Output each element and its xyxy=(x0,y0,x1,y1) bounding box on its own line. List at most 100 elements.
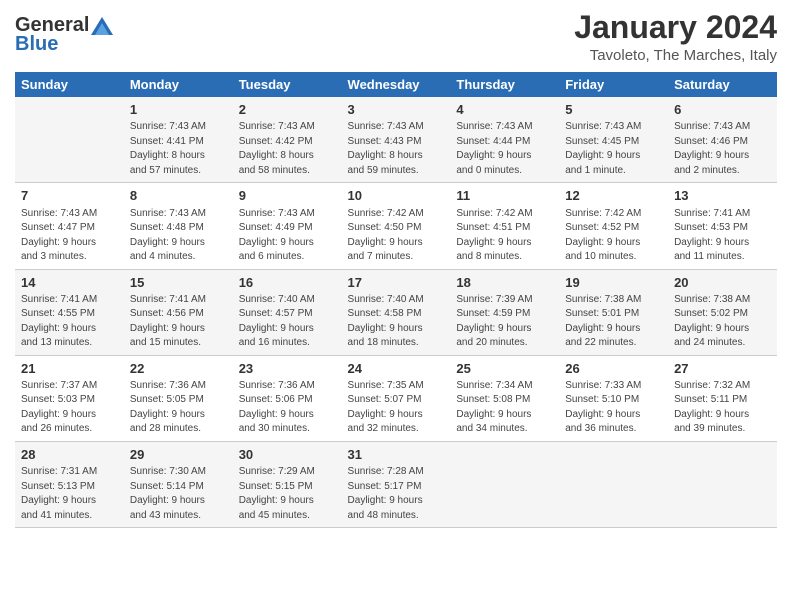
calendar-cell: 20Sunrise: 7:38 AMSunset: 5:02 PMDayligh… xyxy=(668,269,777,355)
day-info: Sunrise: 7:41 AMSunset: 4:56 PMDaylight:… xyxy=(130,293,227,351)
day-info: Sunrise: 7:43 AMSunset: 4:43 PMDaylight:… xyxy=(348,120,445,178)
day-number: 1 xyxy=(130,101,227,119)
day-info: Sunrise: 7:37 AMSunset: 5:03 PMDaylight:… xyxy=(21,379,118,437)
calendar-cell: 31Sunrise: 7:28 AMSunset: 5:17 PMDayligh… xyxy=(342,441,451,527)
day-info: Sunrise: 7:43 AMSunset: 4:42 PMDaylight:… xyxy=(239,120,336,178)
calendar-week-4: 21Sunrise: 7:37 AMSunset: 5:03 PMDayligh… xyxy=(15,355,777,441)
day-info: Sunrise: 7:36 AMSunset: 5:06 PMDaylight:… xyxy=(239,379,336,437)
day-info: Sunrise: 7:31 AMSunset: 5:13 PMDaylight:… xyxy=(21,465,118,523)
calendar-cell: 30Sunrise: 7:29 AMSunset: 5:15 PMDayligh… xyxy=(233,441,342,527)
calendar-cell: 9Sunrise: 7:43 AMSunset: 4:49 PMDaylight… xyxy=(233,183,342,269)
calendar-cell: 19Sunrise: 7:38 AMSunset: 5:01 PMDayligh… xyxy=(559,269,668,355)
calendar-cell: 29Sunrise: 7:30 AMSunset: 5:14 PMDayligh… xyxy=(124,441,233,527)
day-number: 11 xyxy=(456,187,553,205)
title-block: January 2024 Tavoleto, The Marches, Ital… xyxy=(574,10,777,64)
calendar-week-2: 7 Sunrise: 7:43 AMSunset: 4:47 PMDaylight… xyxy=(15,183,777,269)
day-number: 8 xyxy=(130,187,227,205)
day-number: 29 xyxy=(130,446,227,464)
day-number: 16 xyxy=(239,274,336,292)
month-title: January 2024 xyxy=(574,10,777,45)
day-info: Sunrise: 7:32 AMSunset: 5:11 PMDaylight:… xyxy=(674,379,771,437)
day-number: 2 xyxy=(239,101,336,119)
col-wednesday: Wednesday xyxy=(342,72,451,97)
day-number: 30 xyxy=(239,446,336,464)
day-info: Sunrise: 7:41 AMSunset: 4:53 PMDaylight:… xyxy=(674,207,771,265)
calendar-cell: 25Sunrise: 7:34 AMSunset: 5:08 PMDayligh… xyxy=(450,355,559,441)
day-number: 18 xyxy=(456,274,553,292)
calendar-table: Sunday Monday Tuesday Wednesday Thursday… xyxy=(15,72,777,528)
calendar-cell: 14Sunrise: 7:41 AMSunset: 4:55 PMDayligh… xyxy=(15,269,124,355)
day-number: 24 xyxy=(348,360,445,378)
calendar-cell xyxy=(450,441,559,527)
calendar-cell: 11 Sunrise: 7:42 AMSunset: 4:51 PMDayligh… xyxy=(450,183,559,269)
logo-blue: Blue xyxy=(15,33,58,56)
calendar-cell: 10Sunrise: 7:42 AMSunset: 4:50 PMDayligh… xyxy=(342,183,451,269)
day-number: 13 xyxy=(674,187,771,205)
calendar-cell: 22Sunrise: 7:36 AMSunset: 5:05 PMDayligh… xyxy=(124,355,233,441)
day-number: 6 xyxy=(674,101,771,119)
day-number: 14 xyxy=(21,274,118,292)
day-number: 3 xyxy=(348,101,445,119)
calendar-cell: 1Sunrise: 7:43 AMSunset: 4:41 PMDaylight… xyxy=(124,97,233,183)
calendar-week-5: 28Sunrise: 7:31 AMSunset: 5:13 PMDayligh… xyxy=(15,441,777,527)
day-number: 25 xyxy=(456,360,553,378)
calendar-cell: 8 Sunrise: 7:43 AMSunset: 4:48 PMDaylight… xyxy=(124,183,233,269)
col-sunday: Sunday xyxy=(15,72,124,97)
col-friday: Friday xyxy=(559,72,668,97)
calendar-week-3: 14Sunrise: 7:41 AMSunset: 4:55 PMDayligh… xyxy=(15,269,777,355)
calendar-cell: 18Sunrise: 7:39 AMSunset: 4:59 PMDayligh… xyxy=(450,269,559,355)
day-info: Sunrise: 7:43 AMSunset: 4:41 PMDaylight:… xyxy=(130,120,227,178)
day-info: Sunrise: 7:39 AMSunset: 4:59 PMDaylight:… xyxy=(456,293,553,351)
day-number: 21 xyxy=(21,360,118,378)
day-info: Sunrise: 7:38 AMSunset: 5:01 PMDaylight:… xyxy=(565,293,662,351)
logo-icon xyxy=(91,17,113,35)
day-number: 5 xyxy=(565,101,662,119)
calendar-cell: 3Sunrise: 7:43 AMSunset: 4:43 PMDaylight… xyxy=(342,97,451,183)
calendar-cell: 28Sunrise: 7:31 AMSunset: 5:13 PMDayligh… xyxy=(15,441,124,527)
location-subtitle: Tavoleto, The Marches, Italy xyxy=(574,47,777,64)
calendar-cell: 26Sunrise: 7:33 AMSunset: 5:10 PMDayligh… xyxy=(559,355,668,441)
day-number: 22 xyxy=(130,360,227,378)
calendar-cell xyxy=(559,441,668,527)
day-info: Sunrise: 7:43 AMSunset: 4:48 PMDaylight:… xyxy=(130,207,227,265)
day-info: Sunrise: 7:42 AMSunset: 4:50 PMDaylight:… xyxy=(348,207,445,265)
day-info: Sunrise: 7:36 AMSunset: 5:05 PMDaylight:… xyxy=(130,379,227,437)
day-info: Sunrise: 7:34 AMSunset: 5:08 PMDaylight:… xyxy=(456,379,553,437)
day-info: Sunrise: 7:42 AMSunset: 4:51 PMDaylight:… xyxy=(456,207,553,265)
calendar-header-row: Sunday Monday Tuesday Wednesday Thursday… xyxy=(15,72,777,97)
calendar-cell: 4Sunrise: 7:43 AMSunset: 4:44 PMDaylight… xyxy=(450,97,559,183)
logo: General Blue xyxy=(15,14,113,56)
col-monday: Monday xyxy=(124,72,233,97)
day-info: Sunrise: 7:41 AMSunset: 4:55 PMDaylight:… xyxy=(21,293,118,351)
day-number: 31 xyxy=(348,446,445,464)
day-info: Sunrise: 7:43 AMSunset: 4:47 PMDaylight:… xyxy=(21,207,118,265)
day-number: 26 xyxy=(565,360,662,378)
col-tuesday: Tuesday xyxy=(233,72,342,97)
day-number: 20 xyxy=(674,274,771,292)
day-info: Sunrise: 7:38 AMSunset: 5:02 PMDaylight:… xyxy=(674,293,771,351)
day-number: 12 xyxy=(565,187,662,205)
calendar-cell: 2Sunrise: 7:43 AMSunset: 4:42 PMDaylight… xyxy=(233,97,342,183)
day-info: Sunrise: 7:33 AMSunset: 5:10 PMDaylight:… xyxy=(565,379,662,437)
calendar-cell xyxy=(668,441,777,527)
day-number: 17 xyxy=(348,274,445,292)
calendar-cell: 17Sunrise: 7:40 AMSunset: 4:58 PMDayligh… xyxy=(342,269,451,355)
day-info: Sunrise: 7:29 AMSunset: 5:15 PMDaylight:… xyxy=(239,465,336,523)
day-number: 15 xyxy=(130,274,227,292)
calendar-cell: 13 Sunrise: 7:41 AMSunset: 4:53 PMDayligh… xyxy=(668,183,777,269)
day-info: Sunrise: 7:43 AMSunset: 4:49 PMDaylight:… xyxy=(239,207,336,265)
calendar-cell: 12Sunrise: 7:42 AMSunset: 4:52 PMDayligh… xyxy=(559,183,668,269)
col-thursday: Thursday xyxy=(450,72,559,97)
day-info: Sunrise: 7:30 AMSunset: 5:14 PMDaylight:… xyxy=(130,465,227,523)
day-number: 7 xyxy=(21,187,118,205)
day-number: 28 xyxy=(21,446,118,464)
calendar-week-1: 1Sunrise: 7:43 AMSunset: 4:41 PMDaylight… xyxy=(15,97,777,183)
calendar-cell: 21Sunrise: 7:37 AMSunset: 5:03 PMDayligh… xyxy=(15,355,124,441)
calendar-cell: 7 Sunrise: 7:43 AMSunset: 4:47 PMDaylight… xyxy=(15,183,124,269)
calendar-cell: 15Sunrise: 7:41 AMSunset: 4:56 PMDayligh… xyxy=(124,269,233,355)
day-info: Sunrise: 7:43 AMSunset: 4:46 PMDaylight:… xyxy=(674,120,771,178)
calendar-cell: 24Sunrise: 7:35 AMSunset: 5:07 PMDayligh… xyxy=(342,355,451,441)
day-info: Sunrise: 7:40 AMSunset: 4:57 PMDaylight:… xyxy=(239,293,336,351)
calendar-cell: 6Sunrise: 7:43 AMSunset: 4:46 PMDaylight… xyxy=(668,97,777,183)
calendar-cell: 16Sunrise: 7:40 AMSunset: 4:57 PMDayligh… xyxy=(233,269,342,355)
